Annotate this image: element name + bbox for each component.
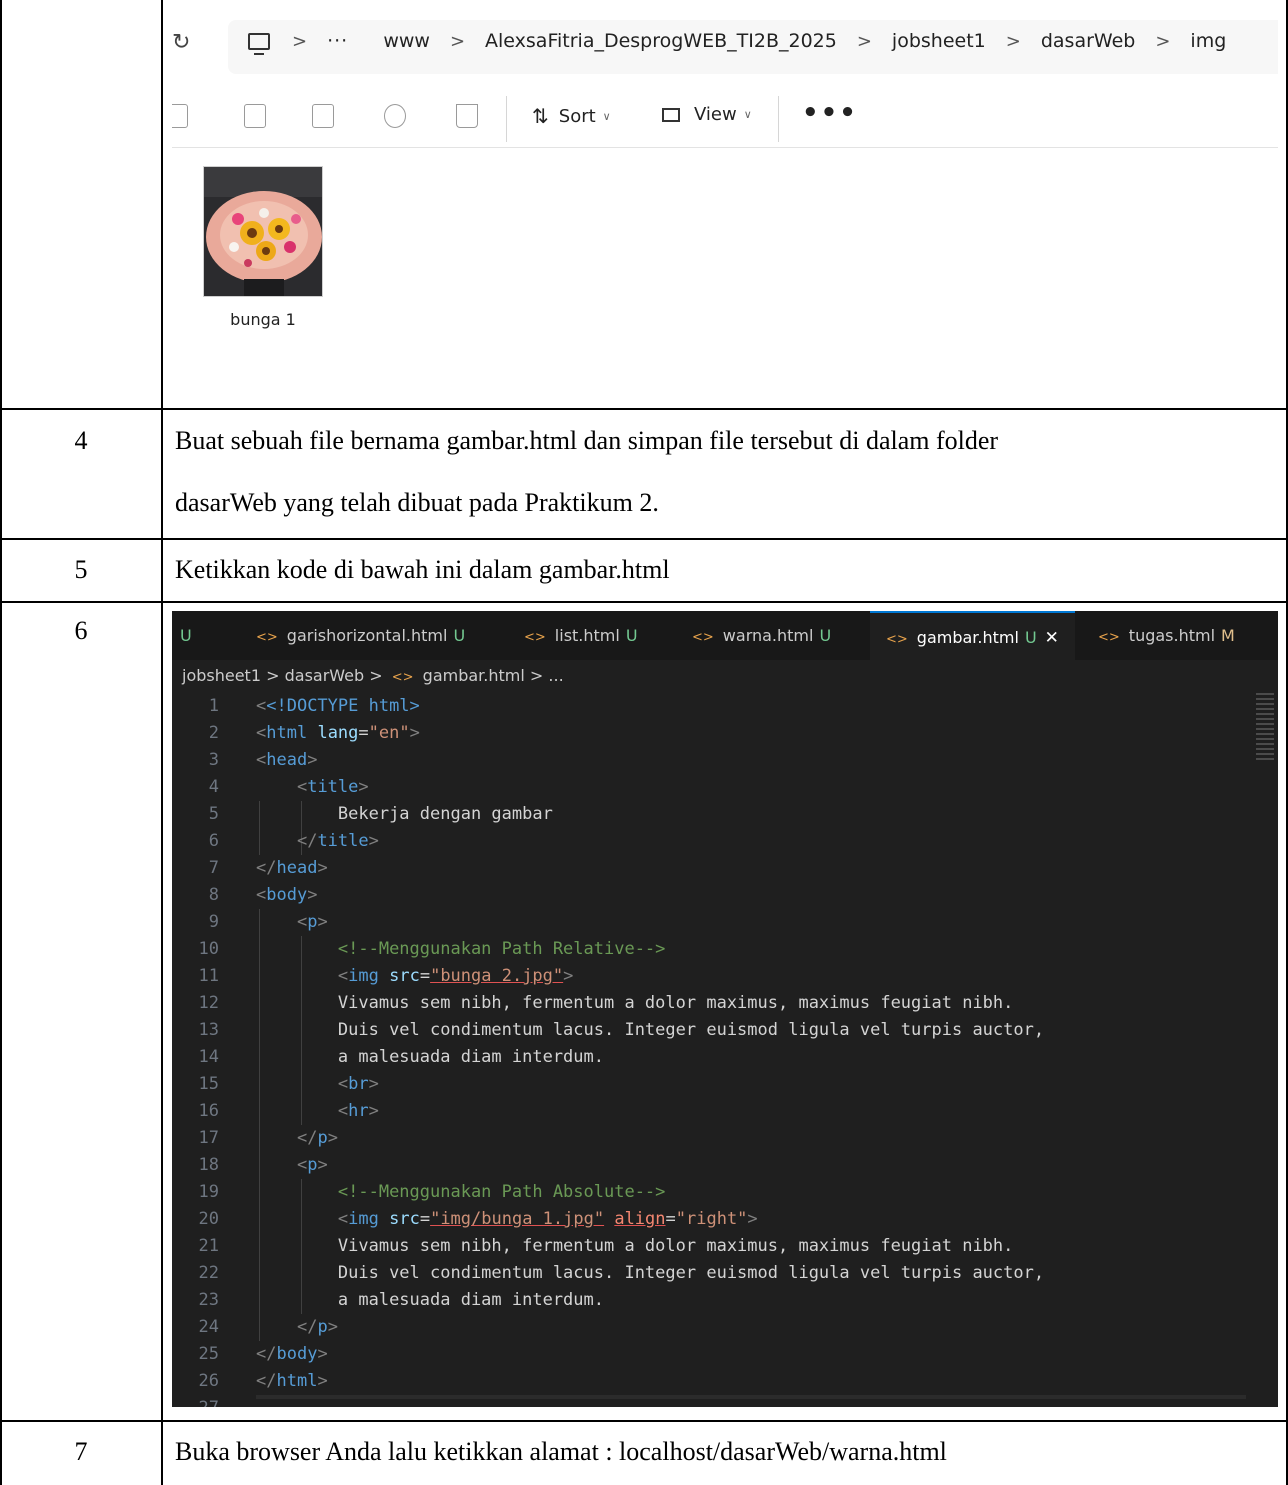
code-line: 12 Vivamus sem nibh, fermentum a dolor m… [198, 993, 1014, 1013]
code-line: 22 Duis vel condimentum lacus. Integer e… [198, 1263, 1045, 1283]
html-file-icon: <> [692, 630, 714, 645]
code-line: 18 <p> [198, 1155, 328, 1175]
close-tab-icon[interactable]: ✕ [1045, 628, 1059, 648]
step-number: 6 [74, 616, 88, 645]
file-thumbnail-image[interactable] [203, 166, 323, 297]
this-pc-icon[interactable] [248, 32, 270, 55]
tab-garishorizontal[interactable]: <> garishorizontal.html U [256, 611, 465, 660]
code-line: 19 <!--Menggunakan Path Absolute--> [198, 1182, 666, 1202]
code-line: 14 a malesuada diam interdum. [198, 1047, 604, 1067]
file-name-label[interactable]: bunga 1 [203, 310, 323, 329]
more-options-button[interactable]: ••• [802, 98, 858, 128]
chevron-right-icon: > [449, 30, 466, 52]
tab-list[interactable]: <> list.html U [524, 611, 638, 660]
breadcrumb-item-jobsheet1[interactable]: jobsheet1 [892, 30, 986, 52]
code-line: 9 <p> [208, 912, 328, 932]
code-line: 15 <br> [198, 1074, 379, 1094]
code-line: 6 </title> [208, 831, 379, 851]
code-line: 10 <!--Menggunakan Path Relative--> [198, 939, 666, 959]
code-line: 24 </p> [198, 1317, 338, 1337]
code-line: 20 <img src="img/bunga 1.jpg" align="rig… [198, 1209, 758, 1229]
html-file-icon: <> [391, 670, 414, 685]
breadcrumb-item-www[interactable]: www [383, 30, 430, 52]
document-page: ↻ > ··· > www > AlexsaFitria_DesprogWEB_… [0, 0, 1288, 1485]
breadcrumb-gambar[interactable]: gambar.html [423, 666, 525, 685]
code-line: 17 </p> [198, 1128, 338, 1148]
code-line: 4 <title> [208, 777, 369, 797]
sort-icon: ⇅ [532, 104, 549, 128]
step-text-line: Ketikkan kode di bawah ini dalam gambar.… [175, 555, 670, 584]
chevron-down-icon: ∨ [743, 108, 752, 121]
code-line: 25 </body> [198, 1344, 328, 1364]
share-icon[interactable] [384, 104, 406, 128]
chevron-right-icon: > [856, 30, 872, 52]
delete-icon[interactable] [456, 104, 478, 128]
code-line: 8 <body> [208, 885, 318, 905]
code-line: 7 </head> [208, 858, 328, 878]
code-line: 11 <img src="bunga 2.jpg"> [198, 966, 574, 986]
chevron-right-icon: > [266, 666, 285, 685]
view-label: View [694, 104, 737, 125]
command-bar: ⇅ Sort ∨ View ∨ ••• [172, 90, 1278, 148]
code-line: 13 Duis vel condimentum lacus. Integer e… [198, 1020, 1045, 1040]
refresh-icon[interactable]: ↻ [172, 30, 190, 55]
editor-breadcrumb: jobsheet1 > dasarWeb > <> gambar.html > … [182, 666, 564, 685]
breadcrumb-item-project[interactable]: AlexsaFitria_DesprogWEB_TI2B_2025 [485, 30, 837, 52]
view-button[interactable]: View ∨ [662, 104, 752, 125]
chevron-right-icon: > [1005, 30, 1021, 52]
flower-bouquet-image [204, 167, 322, 296]
tab-partial[interactable]: U [172, 611, 222, 660]
step-text-line: Buka browser Anda lalu ketikkan alamat :… [175, 1437, 947, 1466]
code-line: 3 <head> [208, 750, 318, 770]
copy-icon[interactable] [172, 104, 188, 128]
toolbar-divider [506, 96, 507, 142]
table-row-divider [0, 601, 1288, 603]
view-icon [662, 107, 680, 122]
html-file-icon: <> [256, 630, 278, 645]
file-explorer-screenshot: ↻ > ··· > www > AlexsaFitria_DesprogWEB_… [172, 0, 1278, 395]
breadcrumb-item-img[interactable]: img [1190, 30, 1226, 52]
step-number: 5 [74, 555, 88, 584]
code-area[interactable]: 1 <<!DOCTYPE html> 2 <html lang="en"> 3 <he… [172, 693, 1278, 1407]
horizontal-scrollbar[interactable] [256, 1395, 1246, 1399]
code-line: 23 a malesuada diam interdum. [198, 1290, 604, 1310]
breadcrumb: > ··· > www > AlexsaFitria_DesprogWEB_TI… [248, 30, 1226, 55]
code-line: 2 <html lang="en"> [208, 723, 420, 743]
code-line: 16 <hr> [198, 1101, 379, 1121]
chevron-down-icon: ∨ [602, 109, 611, 123]
code-editor-screenshot: U <> garishorizontal.html U <> list.html U <… [172, 611, 1278, 1407]
rename-icon[interactable] [312, 104, 334, 128]
html-file-icon: <> [524, 630, 546, 645]
code-line: 5 Bekerja dengan gambar [208, 804, 553, 824]
table-left-border [0, 0, 2, 1485]
breadcrumb-ellipsis[interactable]: ··· [327, 30, 348, 52]
code-line: 1 <<!DOCTYPE html> [208, 696, 420, 716]
address-bar: ↻ > ··· > www > AlexsaFitria_DesprogWEB_… [172, 0, 1278, 88]
tab-gambar-active[interactable]: <> gambar.html U ✕ [870, 611, 1075, 660]
breadcrumb-jobsheet1[interactable]: jobsheet1 [182, 666, 261, 685]
chevron-right-icon: > [369, 666, 388, 685]
html-file-icon: <> [1098, 630, 1120, 645]
step-number: 4 [74, 426, 88, 455]
toolbar-divider [778, 96, 779, 142]
code-line: 26 </html> [198, 1371, 328, 1391]
sort-label: Sort [558, 105, 596, 127]
html-file-icon: <> [886, 632, 908, 647]
chevron-right-icon: > [529, 666, 549, 685]
editor-tab-bar: U <> garishorizontal.html U <> list.html U <… [172, 611, 1278, 660]
step-text-line: dasarWeb yang telah dibuat pada Praktiku… [175, 488, 659, 517]
breadcrumb-symbols[interactable]: ... [548, 666, 563, 685]
breadcrumb-dasarweb[interactable]: dasarWeb [285, 666, 365, 685]
code-line: 21 Vivamus sem nibh, fermentum a dolor m… [198, 1236, 1014, 1256]
chevron-right-icon: > [1155, 30, 1171, 52]
paste-icon[interactable] [244, 104, 266, 128]
step-number: 7 [74, 1437, 88, 1466]
breadcrumb-item-dasarweb[interactable]: dasarWeb [1041, 30, 1135, 52]
tab-warna[interactable]: <> warna.html U [692, 611, 831, 660]
table-column-divider [161, 0, 163, 1485]
chevron-right-icon: > [292, 30, 308, 52]
step-text-line: Buat sebuah file bernama gambar.html dan… [175, 426, 999, 455]
sort-button[interactable]: ⇅ Sort ∨ [532, 104, 611, 128]
tab-tugas[interactable]: <> tugas.html M [1098, 611, 1235, 660]
